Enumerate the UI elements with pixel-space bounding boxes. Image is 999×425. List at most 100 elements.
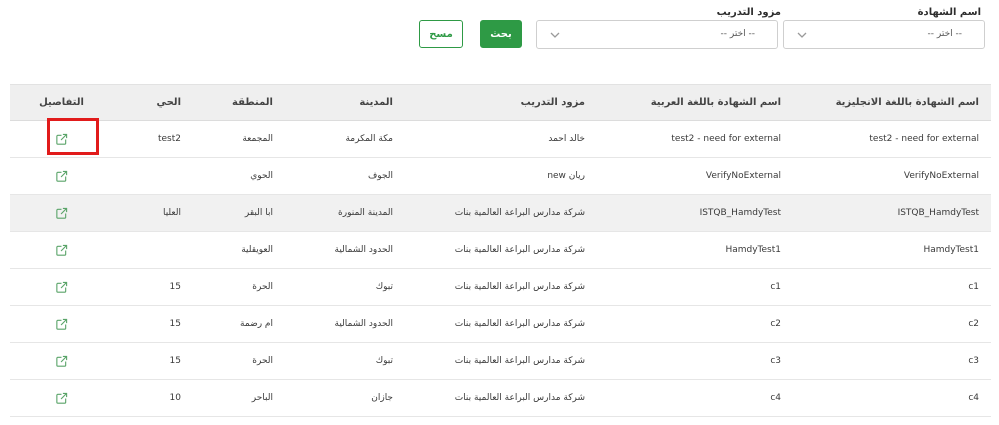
cell-provider: شركة مدارس البراعة العالمية بنات	[454, 208, 585, 218]
cell-provider: شركة مدارس البراعة العالمية بنات	[454, 319, 585, 329]
cell-city: جازان	[371, 393, 393, 403]
cell-name-ar-text: c4	[770, 393, 781, 403]
column-header-provider: مزود التدريب	[520, 97, 585, 108]
cell-details	[10, 158, 113, 194]
cell-provider: شركة مدارس البراعة العالمية بنات	[454, 356, 585, 366]
external-link-icon[interactable]	[55, 318, 68, 331]
cell-city: الحدود الشمالية	[334, 319, 394, 329]
provider-select-value: -- اختر --	[720, 29, 755, 39]
table-row: c3 c3 شركة مدارس البراعة العالمية بنات تبوك…	[10, 343, 991, 380]
table-body: test2 - need for external test2 - need fo…	[10, 121, 991, 417]
cell-name-ar: c3	[597, 343, 793, 379]
external-link-icon[interactable]	[55, 355, 68, 368]
search-button[interactable]: بحث	[480, 20, 522, 48]
cell-name-ar: VerifyNoExternal	[597, 158, 793, 194]
table-row: HamdyTest1 HamdyTest1 شركة مدارس البراعة ا…	[10, 232, 991, 269]
cell-region: الحوي	[250, 171, 273, 181]
cell-name-ar-text: VerifyNoExternal	[705, 171, 781, 181]
cell-name-en: HamdyTest1	[793, 232, 991, 268]
external-link-icon[interactable]	[55, 207, 68, 220]
cell-name-ar: c1	[597, 269, 793, 305]
table-header: اسم الشهادة باللغة الانجليزية اسم الشهاد…	[10, 84, 991, 121]
chevron-down-icon	[797, 32, 807, 38]
column-header-name-ar: اسم الشهادة باللغة العربية	[650, 97, 781, 108]
cell-name-ar: ISTQB_HamdyTest	[597, 195, 793, 231]
external-link-icon[interactable]	[55, 392, 68, 405]
cell-provider: خالد احمد	[548, 134, 585, 144]
cell-name-en: c1	[793, 269, 991, 305]
table-row: c1 c1 شركة مدارس البراعة العالمية بنات تبوك…	[10, 269, 991, 306]
cell-name-en: c3	[793, 343, 991, 379]
cell-details	[10, 232, 113, 268]
cell-details	[10, 306, 113, 342]
certificate-select[interactable]: -- اختر --	[783, 20, 985, 49]
cell-name-en-text: c2	[968, 319, 979, 329]
cell-name-en: test2 - need for external	[793, 121, 991, 157]
cell-provider: شركة مدارس البراعة العالمية بنات	[454, 282, 585, 292]
cell-district: test2	[157, 134, 181, 144]
column-header-region: المنطقة	[232, 97, 273, 108]
cell-name-ar-text: c1	[770, 282, 781, 292]
provider-filter-label: مزود التدريب	[716, 7, 781, 18]
column-header-city: المدينة	[359, 97, 393, 108]
cell-details	[10, 269, 113, 305]
cell-district: 15	[169, 319, 181, 329]
certificate-select-value: -- اختر --	[927, 29, 962, 39]
cell-district: 10	[169, 393, 181, 403]
cell-name-en-text: HamdyTest1	[923, 245, 979, 255]
cell-name-en-text: c4	[968, 393, 979, 403]
certificates-table: اسم الشهادة باللغة الانجليزية اسم الشهاد…	[10, 84, 991, 417]
cell-region: الحرة	[252, 282, 273, 292]
clear-button[interactable]: مسح	[419, 20, 463, 48]
cell-district: 15	[169, 282, 181, 292]
cell-district	[113, 158, 193, 194]
table-row: VerifyNoExternal VerifyNoExternal ريان new…	[10, 158, 991, 195]
cell-district: العليا	[162, 208, 181, 218]
column-header-details: التفاصيل	[39, 97, 84, 108]
cell-name-en: ISTQB_HamdyTest	[793, 195, 991, 231]
column-header-district: الحي	[156, 97, 181, 108]
cell-city: تبوك	[375, 282, 393, 292]
provider-select[interactable]: -- اختر --	[536, 20, 778, 49]
cell-name-en: c4	[793, 380, 991, 416]
cell-name-ar-text: HamdyTest1	[725, 245, 781, 255]
cell-details	[10, 380, 113, 416]
cell-region: الباحر	[251, 393, 273, 403]
table-row: ISTQB_HamdyTest ISTQB_HamdyTest شركة مدارس…	[10, 195, 991, 232]
column-header-name-en: اسم الشهادة باللغة الانجليزية	[835, 97, 979, 108]
table-row: c4 c4 شركة مدارس البراعة العالمية بنات جازا…	[10, 380, 991, 417]
cell-city: مكة المكرمة	[345, 134, 393, 144]
external-link-icon[interactable]	[55, 281, 68, 294]
cell-details	[10, 195, 113, 231]
cell-district: 15	[169, 356, 181, 366]
cell-name-ar-text: c2	[770, 319, 781, 329]
cell-district	[113, 232, 193, 268]
cell-name-en: VerifyNoExternal	[793, 158, 991, 194]
external-link-icon[interactable]	[55, 170, 68, 183]
cell-city: المدينة المنورة	[338, 208, 393, 218]
cell-city: الحدود الشمالية	[334, 245, 394, 255]
cell-region: ابا البقر	[244, 208, 273, 218]
cell-name-en-text: VerifyNoExternal	[903, 171, 979, 181]
cell-name-ar-text: c3	[770, 356, 781, 366]
cell-region: المجمعة	[242, 134, 273, 144]
chevron-down-icon	[550, 32, 560, 38]
cell-city: تبوك	[375, 356, 393, 366]
cell-name-ar: c2	[597, 306, 793, 342]
cell-region: الحرة	[252, 356, 273, 366]
table-row: c2 c2 شركة مدارس البراعة العالمية بنات الحد…	[10, 306, 991, 343]
cell-provider: ريان new	[547, 171, 585, 181]
cell-name-en: c2	[793, 306, 991, 342]
cell-region: ام رضمة	[240, 319, 273, 329]
cell-region: العويقلية	[241, 245, 273, 255]
cell-name-en-text: c1	[968, 282, 979, 292]
external-link-icon[interactable]	[55, 244, 68, 257]
cell-details	[10, 343, 113, 379]
cell-name-ar-text: ISTQB_HamdyTest	[699, 208, 781, 218]
cell-city: الجوف	[367, 171, 393, 181]
highlight-box	[47, 118, 99, 155]
certificate-filter-label: اسم الشهادة	[917, 7, 981, 18]
table-row: test2 - need for external test2 - need fo…	[10, 121, 991, 158]
cell-name-en-text: c3	[968, 356, 979, 366]
cell-name-en-text: test2 - need for external	[869, 134, 979, 144]
